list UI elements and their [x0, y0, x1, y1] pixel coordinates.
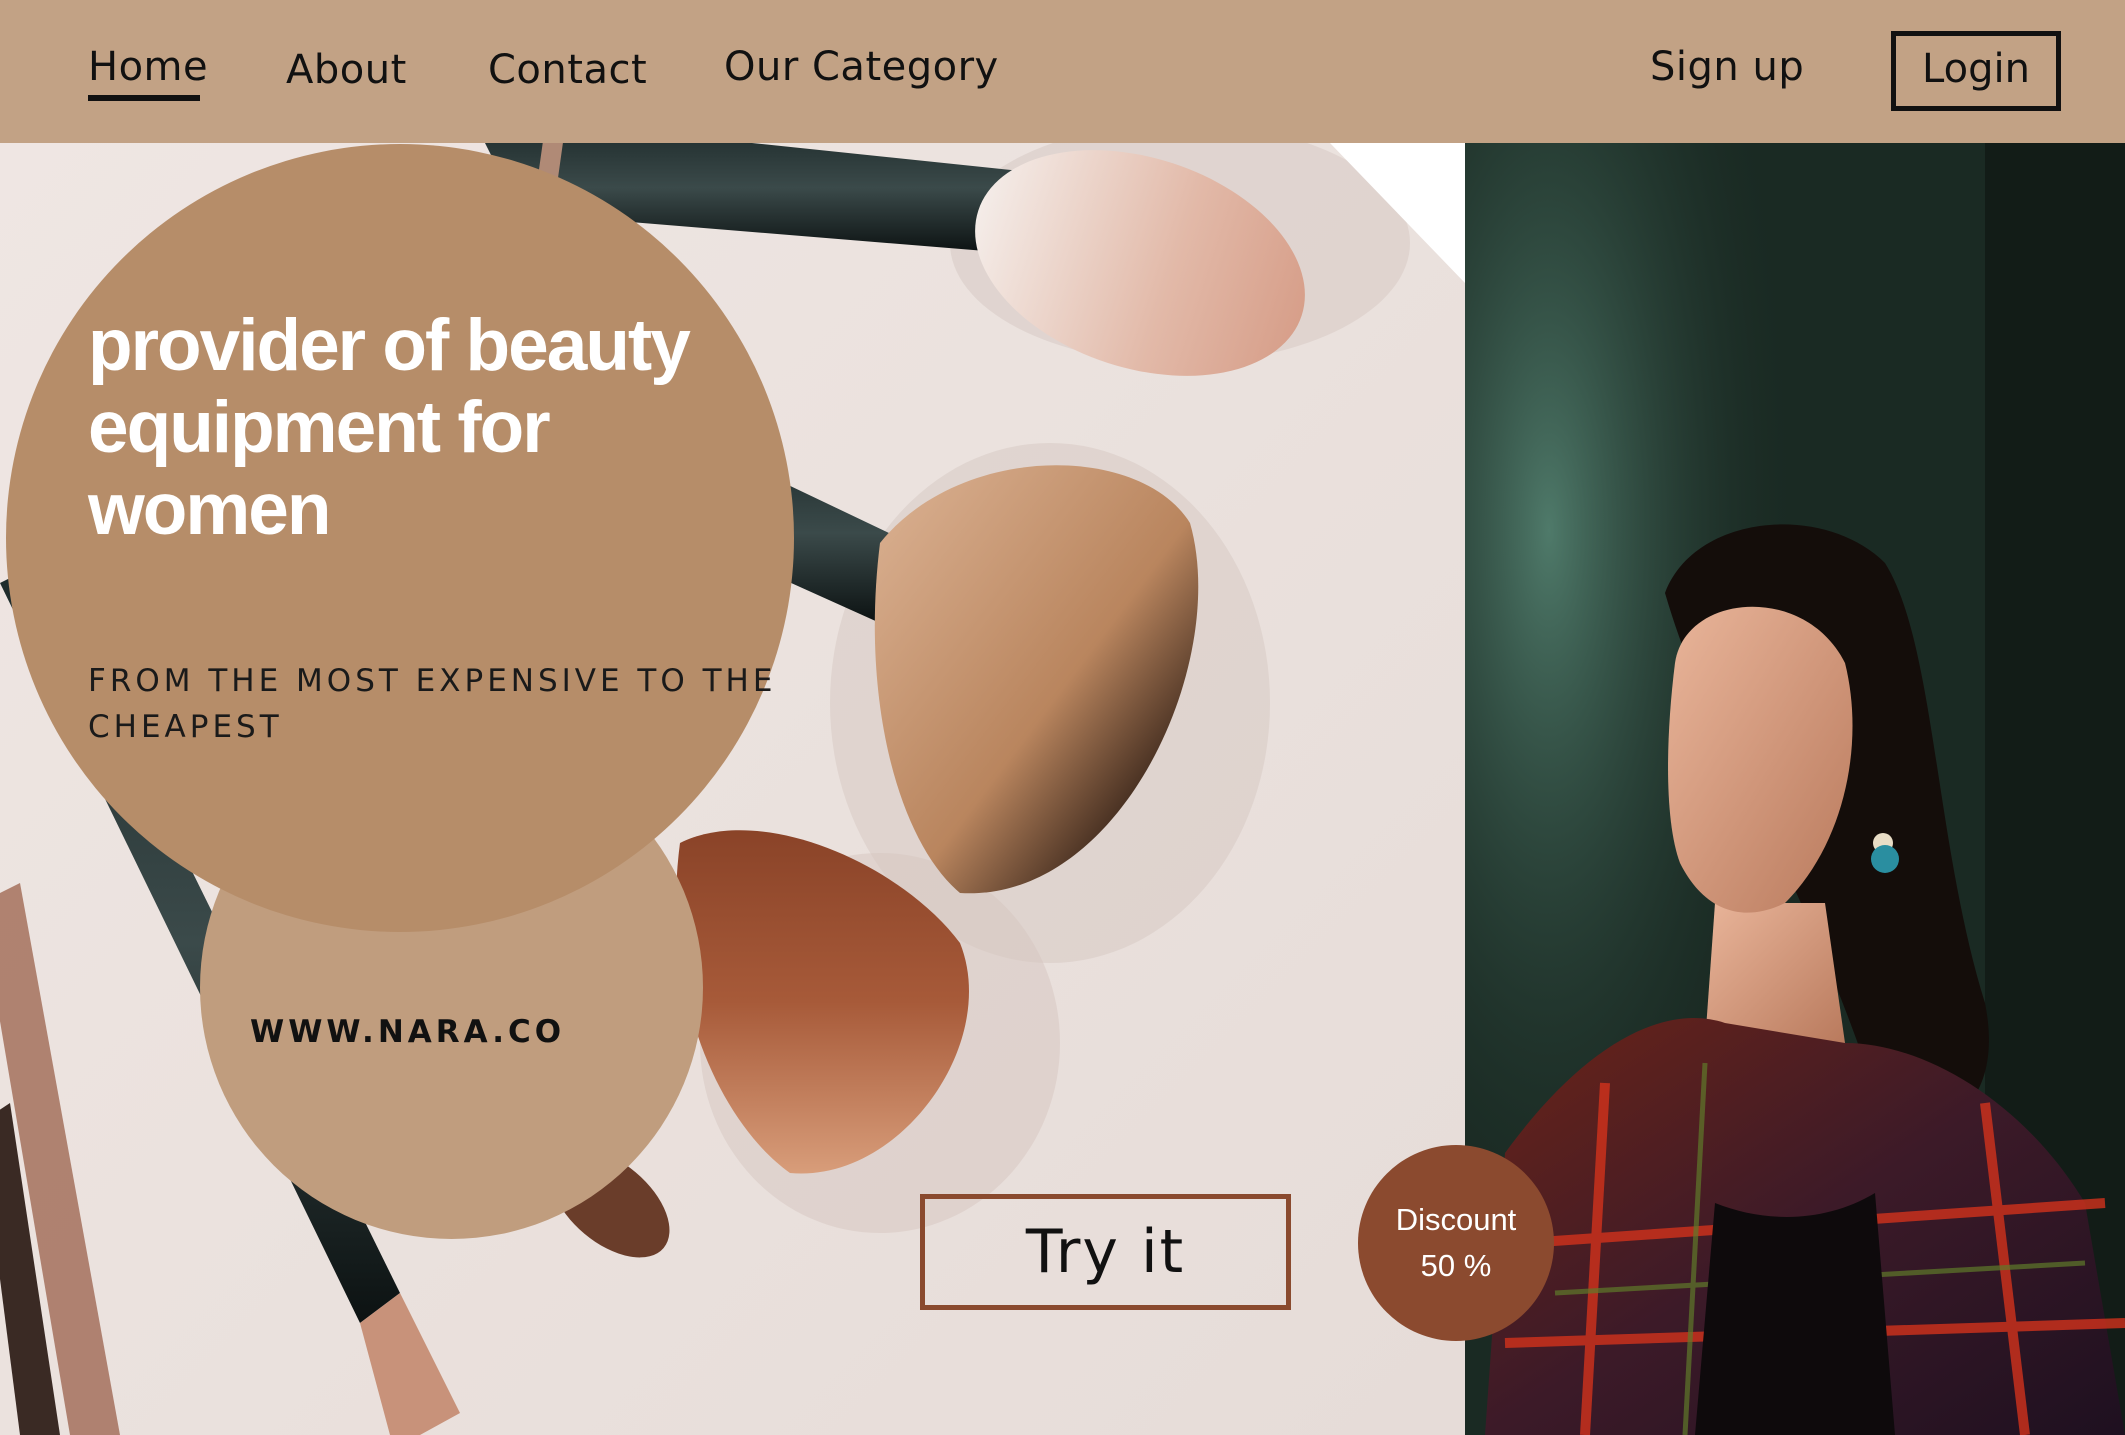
signup-link[interactable]: Sign up — [1650, 44, 1804, 90]
hero-headline: provider of beauty equipment for women — [88, 305, 691, 550]
nav-contact-link[interactable]: Contact — [488, 47, 647, 93]
woman-portrait-photo — [1465, 143, 2125, 1435]
nav-home-link[interactable]: Home — [88, 44, 208, 90]
nav-about-link[interactable]: About — [286, 47, 407, 93]
try-it-button[interactable]: Try it — [920, 1194, 1291, 1310]
discount-label: Discount — [1395, 1202, 1517, 1237]
website-url[interactable]: WWW.NARA.CO — [250, 1014, 565, 1050]
landing-page: Home About Contact Our Category Sign up … — [0, 0, 2125, 1435]
active-nav-underline — [88, 95, 200, 101]
discount-value: 50 % — [1420, 1248, 1492, 1283]
discount-badge[interactable]: Discount 50 % — [1358, 1145, 1554, 1341]
top-navigation-bar: Home About Contact Our Category Sign up … — [0, 0, 2125, 143]
nav-category-link[interactable]: Our Category — [724, 44, 999, 90]
login-button[interactable]: Login — [1891, 31, 2061, 111]
hero-subheadline: FROM THE MOST EXPENSIVE TO THE CHEAPEST — [88, 663, 777, 745]
